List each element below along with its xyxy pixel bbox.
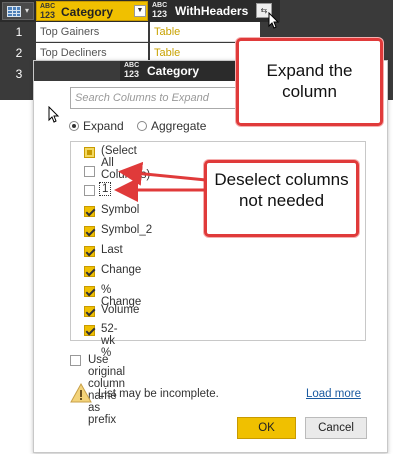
callout-arrows bbox=[114, 161, 207, 202]
arrow-to-blank-column bbox=[118, 161, 207, 186]
